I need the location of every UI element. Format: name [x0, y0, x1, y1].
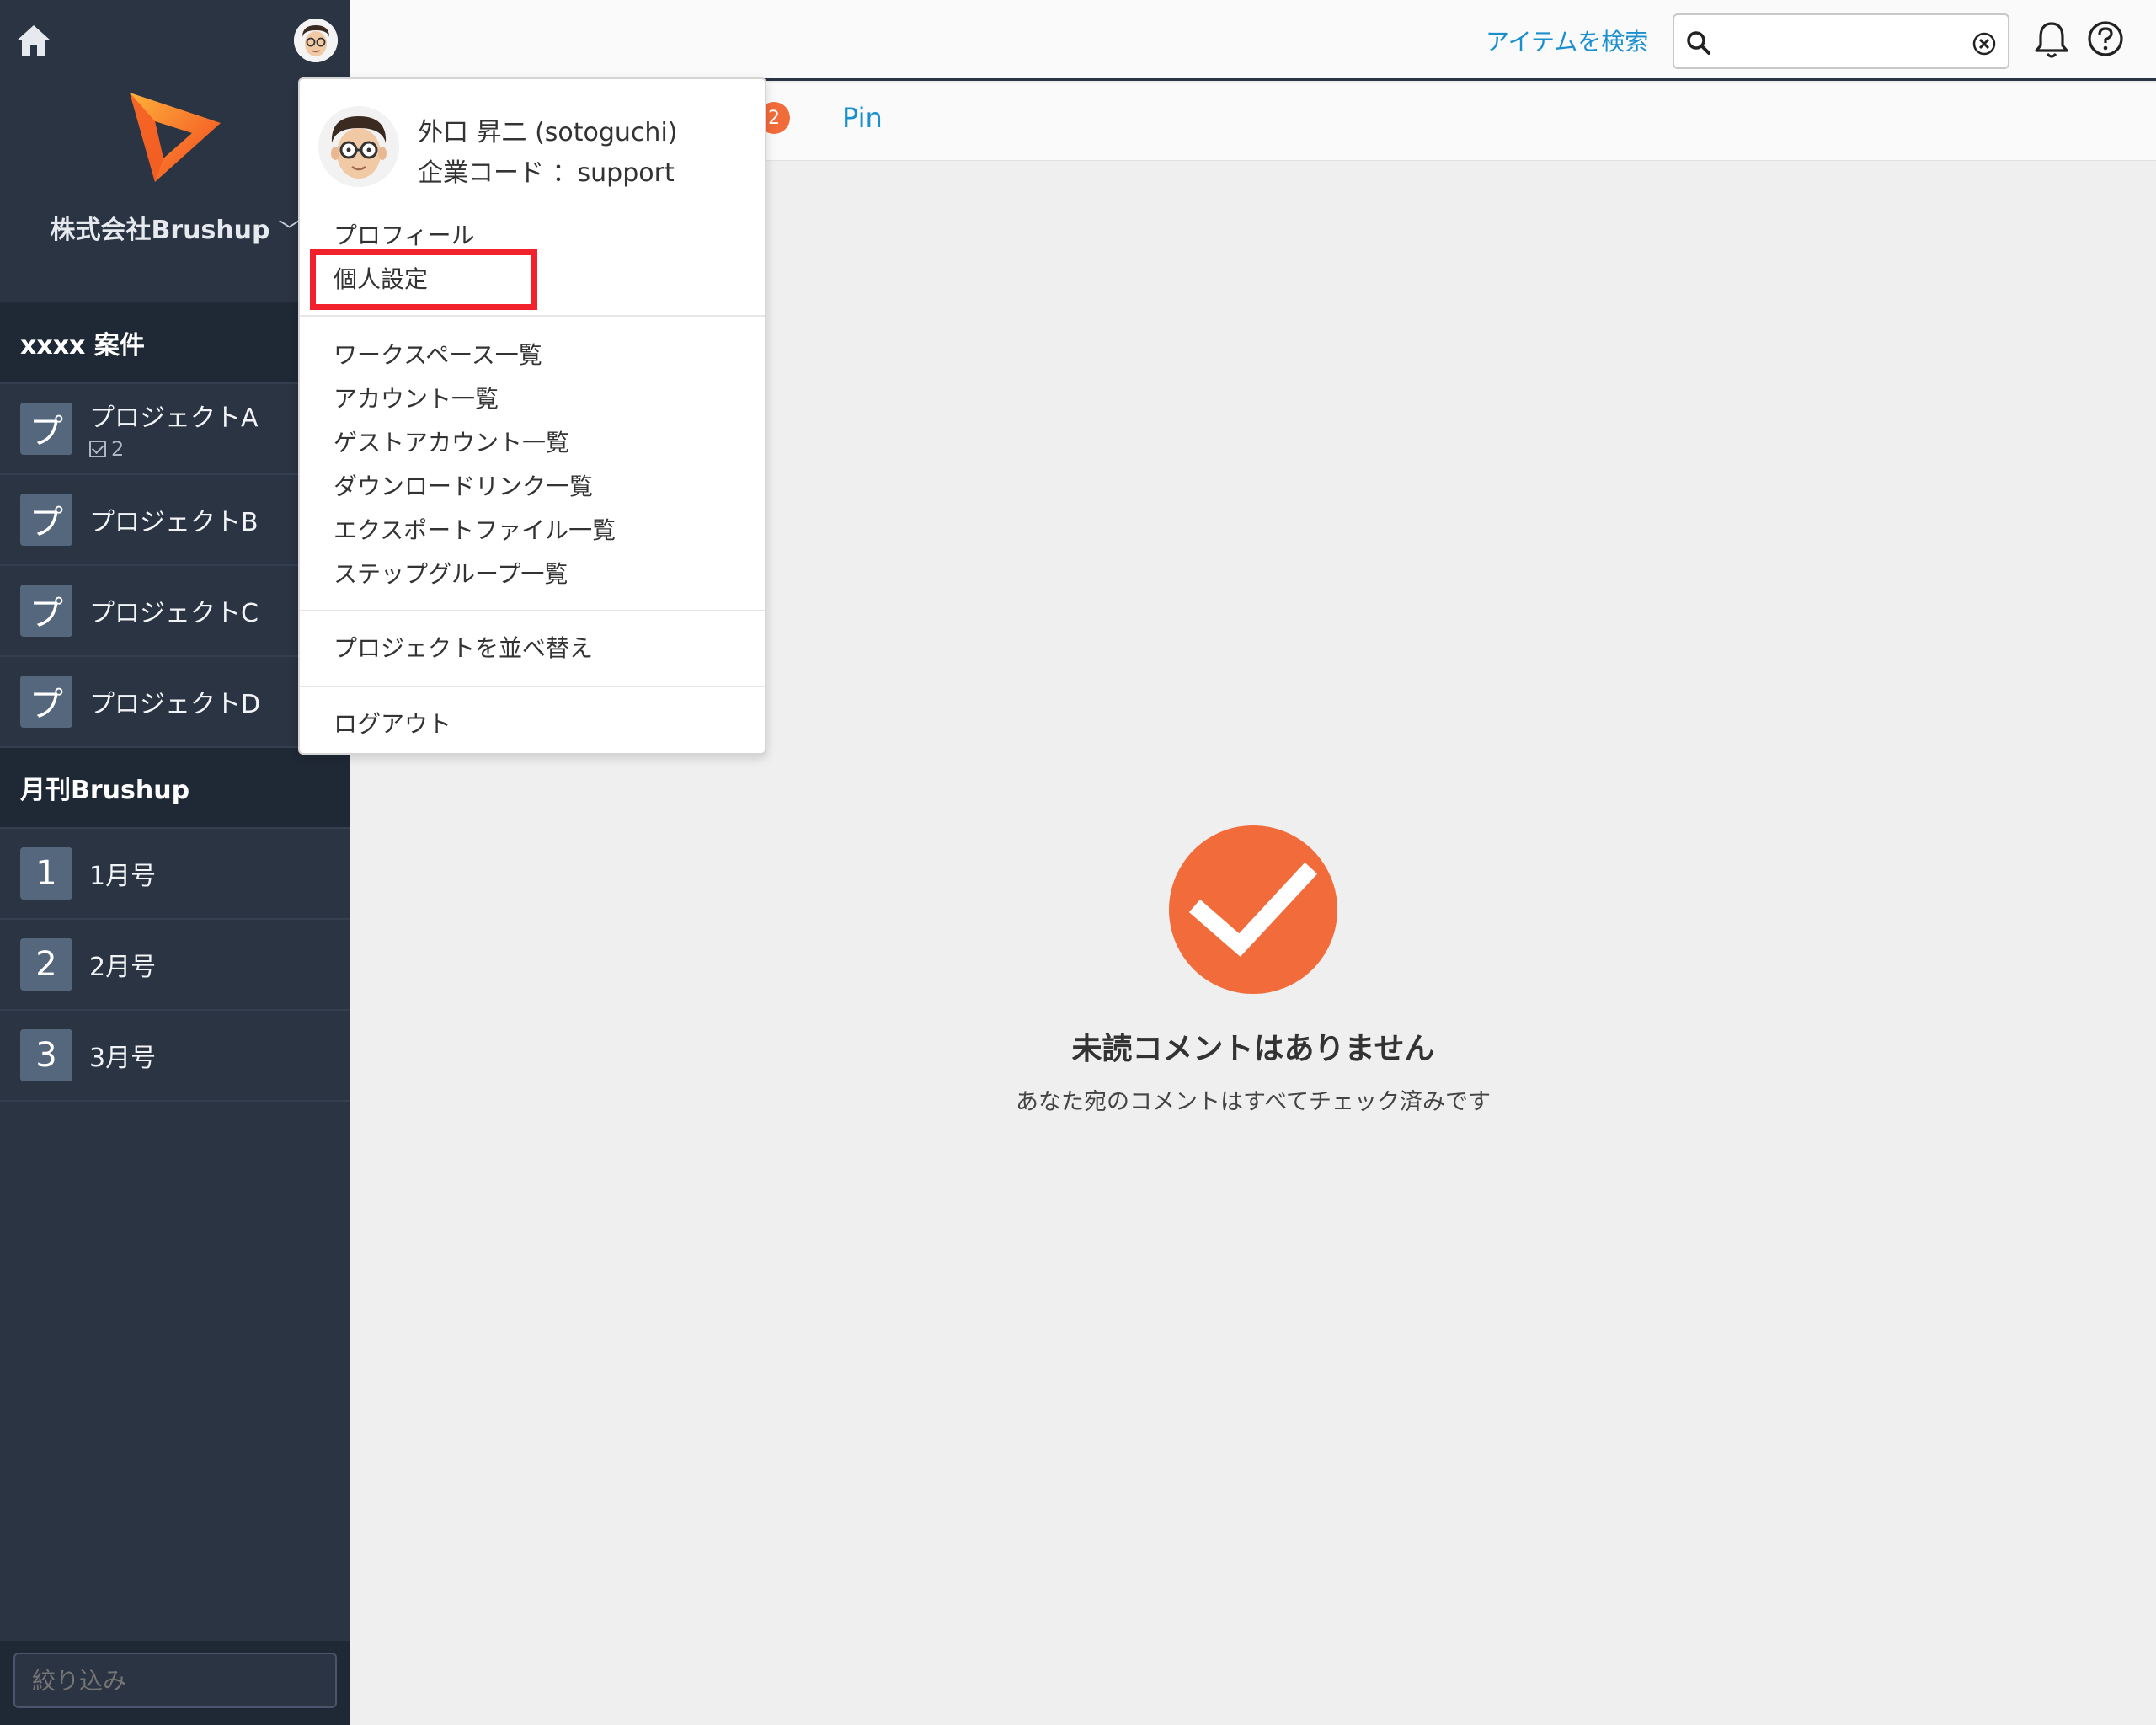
top-bar: アイテムを検索 — [350, 0, 2156, 81]
company-name: 株式会社Brushup — [50, 216, 270, 245]
search-input[interactable] — [1673, 13, 2009, 69]
home-icon[interactable] — [13, 20, 54, 61]
avatar-icon — [318, 106, 399, 187]
chevron-down-icon: ﹀ — [278, 219, 301, 244]
company-code: 企業コード ：support — [418, 158, 675, 188]
user-menu-dropdown: 外口 昇二 (sotoguchi) 企業コード ：support プロフィール … — [298, 77, 766, 755]
project-name: プロジェクトC — [89, 599, 259, 628]
filter-area — [0, 1641, 350, 1725]
clear-icon[interactable] — [1972, 32, 1996, 56]
project-icon: 2 — [20, 938, 72, 991]
empty-state-subtitle: あなた宛のコメントはすべてチェック済みです — [1015, 1089, 1492, 1115]
group-header[interactable]: 月刊Brushup — [0, 748, 350, 829]
project-item-feb[interactable]: 2 2月号 — [0, 920, 350, 1011]
project-icon: 3 — [20, 1029, 72, 1081]
bell-icon[interactable] — [2033, 20, 2070, 61]
search-icon — [1687, 31, 1710, 55]
highlight-box — [310, 249, 537, 310]
search-label-link[interactable]: アイテムを検索 — [1486, 24, 1648, 57]
empty-state-title: 未読コメントはありません — [1071, 1032, 1435, 1066]
project-item-mar[interactable]: 3 3月号 — [0, 1011, 350, 1102]
avatar — [318, 106, 399, 187]
project-icon: 1 — [20, 847, 72, 900]
check-circle-icon — [1169, 825, 1337, 994]
avatar-icon — [294, 19, 338, 62]
project-name: 2月号 — [89, 953, 157, 982]
menu-item-step-groups[interactable]: ステップグループ一覧 — [334, 556, 568, 590]
user-avatar-button[interactable] — [294, 19, 338, 62]
project-item-jan[interactable]: 1 1月号 — [0, 829, 350, 920]
menu-item-workspaces[interactable]: ワークスペース一覧 — [334, 337, 542, 371]
task-count-value: 2 — [111, 437, 125, 461]
menu-item-profile[interactable]: プロフィール — [334, 217, 474, 251]
menu-item-export-files[interactable]: エクスポートファイル一覧 — [334, 512, 616, 546]
project-name: プロジェクトB — [89, 508, 259, 537]
filter-input[interactable] — [13, 1653, 337, 1708]
menu-item-accounts[interactable]: アカウント一覧 — [334, 381, 499, 414]
menu-item-download-links[interactable]: ダウンロードリンク一覧 — [334, 468, 593, 502]
project-icon: プ — [20, 585, 72, 637]
project-name: プロジェクトA — [89, 403, 259, 433]
divider — [300, 610, 765, 611]
checkbox-icon — [89, 441, 106, 457]
user-name: 外口 昇二 (sotoguchi) — [418, 118, 678, 147]
tab-pin[interactable]: Pin — [842, 102, 883, 134]
brushup-logo-icon — [130, 93, 221, 182]
project-icon: プ — [20, 494, 72, 546]
project-name: プロジェクトD — [89, 690, 261, 719]
divider — [300, 686, 765, 687]
menu-item-sort-projects[interactable]: プロジェクトを並べ替え — [334, 630, 593, 664]
divider — [300, 315, 765, 317]
menu-item-logout[interactable]: ログアウト — [334, 706, 451, 740]
project-icon: プ — [20, 403, 72, 455]
help-icon[interactable] — [2087, 20, 2124, 57]
menu-item-guest-accounts[interactable]: ゲストアカウント一覧 — [334, 425, 569, 458]
project-name: 3月号 — [89, 1044, 157, 1073]
project-name: 1月号 — [89, 862, 157, 891]
task-count: 2 — [89, 437, 259, 461]
project-icon: プ — [20, 676, 72, 728]
